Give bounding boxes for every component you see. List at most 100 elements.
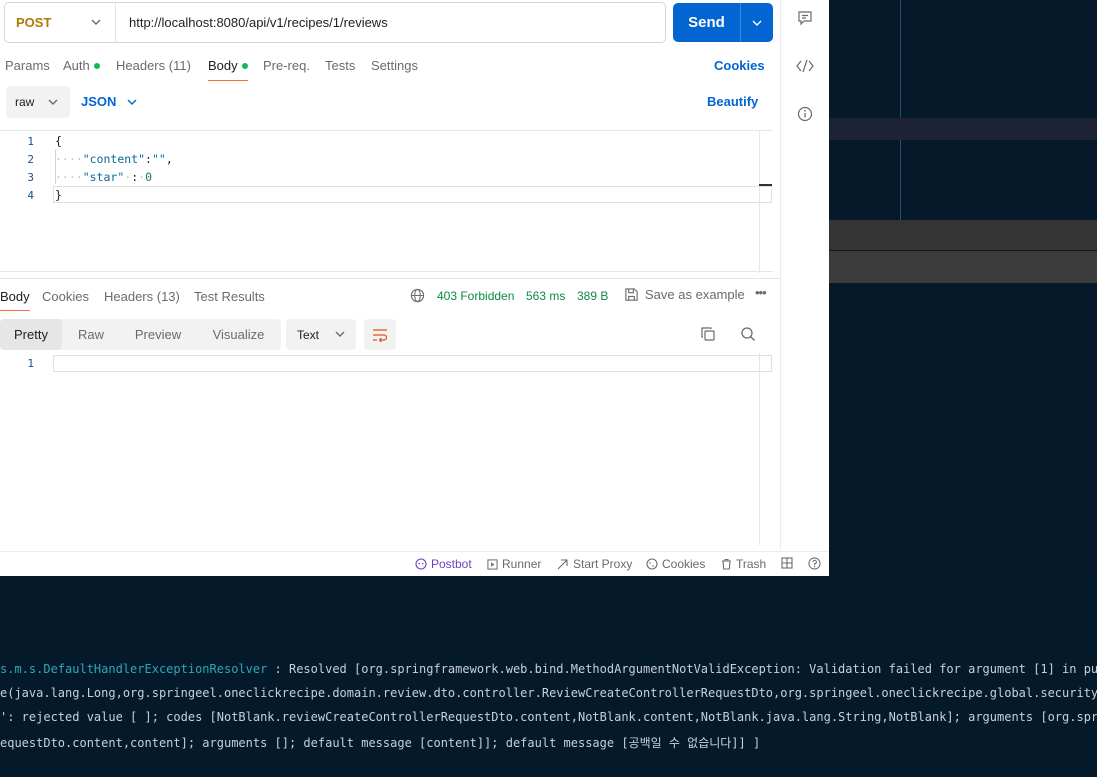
save-as-example-label: Save as example (645, 287, 745, 302)
comment-icon[interactable] (796, 9, 814, 27)
response-body-viewer[interactable]: 1 (0, 353, 773, 551)
tab-label: Body (208, 58, 238, 73)
tab-label: Headers (13) (104, 289, 180, 304)
response-size[interactable]: 389 B (577, 289, 608, 303)
tab-label: Settings (371, 58, 418, 73)
help-icon (808, 557, 821, 570)
view-pretty[interactable]: Pretty (0, 319, 62, 350)
cookie-icon (646, 558, 658, 570)
log-source: s.m.s.DefaultHandlerExceptionResolver (0, 662, 268, 676)
tab-pre-request[interactable]: Pre-req. (263, 58, 310, 73)
postbot-button[interactable]: Postbot (415, 557, 472, 571)
editor-scrollbar[interactable] (759, 131, 773, 273)
postman-panel: POST http://localhost:8080/api/v1/recipe… (0, 0, 829, 576)
tab-body[interactable]: Body (208, 58, 248, 81)
console-line: s.m.s.DefaultHandlerExceptionResolver : … (0, 662, 1097, 682)
request-body-editor[interactable]: 1 2 3 4 { ····"content":"", ····"star"·:… (0, 130, 773, 273)
trash-button[interactable]: Trash (721, 557, 766, 571)
response-format-label: Text (297, 327, 320, 342)
chevron-down-icon (91, 19, 101, 25)
chevron-down-icon (48, 99, 58, 105)
tab-label: Test Results (194, 289, 265, 304)
status-bar: Postbot Runner Start Proxy Cookies Trash (0, 551, 829, 576)
postbot-icon (415, 558, 427, 570)
code-line: } (55, 188, 62, 202)
response-tab-cookies[interactable]: Cookies (42, 289, 89, 304)
log-message: ': rejected value [ ]; codes [NotBlank.r… (0, 710, 1097, 724)
wrap-icon (373, 328, 388, 342)
tab-label: Params (5, 58, 50, 73)
editor-scrollbar[interactable] (759, 353, 760, 545)
wrap-lines-button[interactable] (364, 319, 396, 350)
proxy-icon (557, 559, 568, 570)
view-raw[interactable]: Raw (62, 319, 120, 350)
status-dot (241, 63, 248, 69)
save-as-example-button[interactable]: Save as example (624, 287, 745, 302)
view-preview[interactable]: Preview (120, 319, 196, 350)
body-mode-select[interactable]: raw (6, 86, 70, 118)
brace-close: } (55, 188, 62, 202)
tab-label: Cookies (42, 289, 89, 304)
json-string-value: "" (151, 152, 166, 166)
console-line: e(java.lang.Long,org.springeel.oneclickr… (0, 686, 1097, 706)
json-key: "content" (82, 152, 146, 166)
cookies-button[interactable]: Cookies (646, 557, 705, 571)
request-tabs: Params Auth Headers (11) Body Pre-req. T… (0, 56, 780, 82)
code-icon[interactable] (796, 57, 814, 75)
url-input[interactable]: http://localhost:8080/api/v1/recipes/1/r… (116, 15, 388, 30)
ide-current-line (829, 118, 1097, 140)
search-icon[interactable] (740, 326, 756, 342)
response-tab-body[interactable]: Body (0, 289, 30, 311)
postbot-label: Postbot (431, 557, 472, 571)
tab-settings[interactable]: Settings (371, 58, 418, 73)
body-language-label: JSON (81, 94, 117, 109)
send-label: Send (688, 14, 725, 31)
body-mode-label: raw (15, 95, 35, 109)
response-time[interactable]: 563 ms (526, 289, 565, 303)
line-number: 1 (27, 357, 34, 370)
line-number: 4 (27, 189, 34, 202)
cookies-link[interactable]: Cookies (714, 58, 765, 73)
code-line: ····"star"·:·0 (55, 170, 152, 184)
help-button[interactable] (808, 557, 821, 570)
tab-auth[interactable]: Auth (63, 58, 100, 73)
more-icon[interactable]: ••• (755, 285, 767, 300)
runner-label: Runner (502, 557, 542, 571)
log-message: : Resolved [org.springframework.web.bind… (267, 662, 1097, 676)
chevron-down-icon (335, 331, 345, 337)
url-bar: POST http://localhost:8080/api/v1/recipe… (4, 2, 666, 43)
console-output: s.m.s.DefaultHandlerExceptionResolver : … (0, 660, 1097, 760)
tab-label: Tests (325, 58, 356, 73)
send-button[interactable]: Send (673, 3, 773, 42)
tab-headers[interactable]: Headers (11) (116, 58, 191, 73)
current-line-highlight (53, 355, 772, 372)
view-visualize[interactable]: Visualize (196, 319, 281, 350)
beautify-button[interactable]: Beautify (707, 94, 758, 109)
ide-panel-header (829, 220, 1097, 250)
send-options-button[interactable] (741, 18, 773, 28)
json-key: "star" (82, 170, 125, 184)
globe-icon[interactable] (410, 288, 425, 303)
tab-label: Headers (11) (116, 58, 191, 73)
response-tab-test-results[interactable]: Test Results (194, 289, 265, 304)
method-label: POST (16, 15, 52, 30)
runner-button[interactable]: Runner (487, 557, 541, 571)
json-number-value: 0 (145, 170, 152, 184)
response-tabs: Body Cookies Headers (13) Test Results 4… (0, 278, 780, 312)
body-language-select[interactable]: JSON (81, 94, 137, 109)
info-icon[interactable] (796, 105, 814, 123)
line-number: 2 (27, 153, 34, 166)
method-select[interactable]: POST (5, 3, 116, 42)
status-code[interactable]: 403 Forbidden (437, 289, 514, 303)
tab-params[interactable]: Params (5, 58, 50, 73)
tab-label: Body (0, 289, 30, 304)
tab-label: Pre-req. (263, 58, 310, 73)
scrollbar-marker (759, 184, 772, 186)
start-proxy-button[interactable]: Start Proxy (557, 557, 632, 571)
copy-icon[interactable] (700, 326, 716, 342)
line-number: 1 (27, 135, 34, 148)
tab-tests[interactable]: Tests (325, 58, 355, 73)
response-format-select[interactable]: Text (286, 319, 356, 350)
response-tab-headers[interactable]: Headers (13) (104, 289, 180, 304)
layout-button[interactable] (781, 557, 793, 569)
